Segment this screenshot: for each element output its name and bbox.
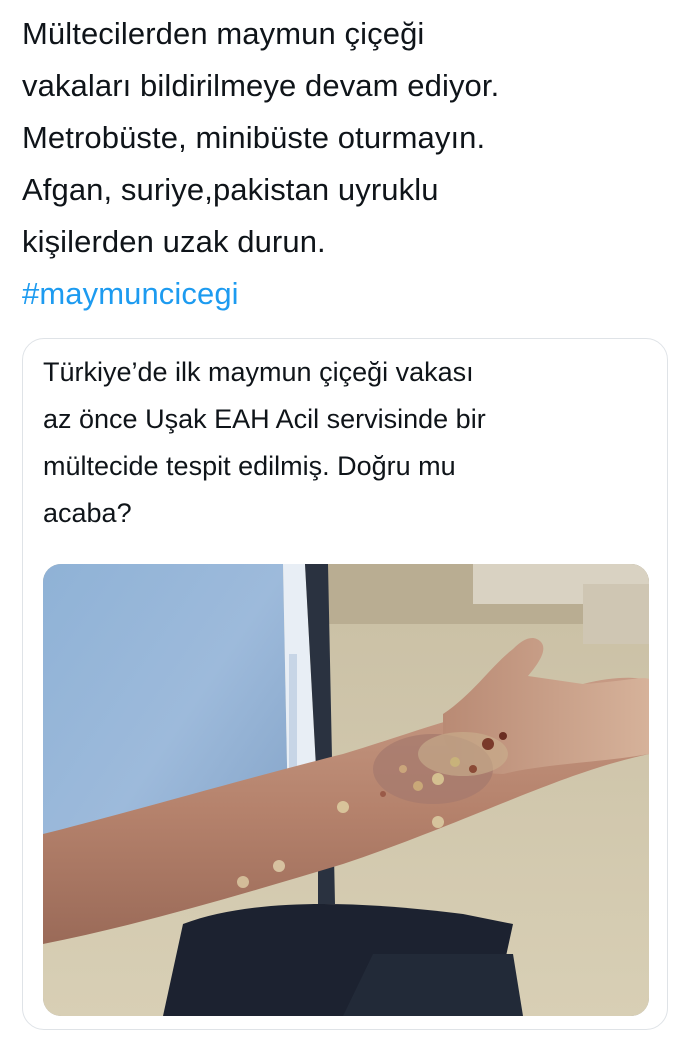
tweet-text-line: Mültecilerden maymun çiçeği: [22, 16, 425, 51]
tweet: Mültecilerden maymun çiçeği vakaları bil…: [0, 0, 690, 1040]
tweet-text-line: kişilerden uzak durun.: [22, 224, 326, 259]
tweet-text-line: Afgan, suriye,pakistan uyruklu: [22, 172, 439, 207]
quoted-tweet-text-line: mültecide tespit edilmiş. Doğru mu: [43, 451, 456, 481]
quoted-tweet-photo[interactable]: [43, 564, 649, 1016]
quoted-tweet-text: Türkiye’de ilk maymun çiçeği vakası az ö…: [43, 349, 643, 537]
tweet-text-line: Metrobüste, minibüste oturmayın.: [22, 120, 486, 155]
arm-rash-photo: [43, 564, 649, 1016]
tweet-text: Mültecilerden maymun çiçeği vakaları bil…: [22, 8, 672, 320]
quoted-tweet-text-line: acaba?: [43, 498, 132, 528]
quoted-tweet-text-line: az önce Uşak EAH Acil servisinde bir: [43, 404, 486, 434]
tweet-text-line: vakaları bildirilmeye devam ediyor.: [22, 68, 500, 103]
hashtag-link[interactable]: #maymuncicegi: [22, 268, 672, 320]
quoted-tweet-text-line: Türkiye’de ilk maymun çiçeği vakası: [43, 357, 474, 387]
quoted-tweet-card[interactable]: Türkiye’de ilk maymun çiçeği vakası az ö…: [22, 338, 668, 1030]
